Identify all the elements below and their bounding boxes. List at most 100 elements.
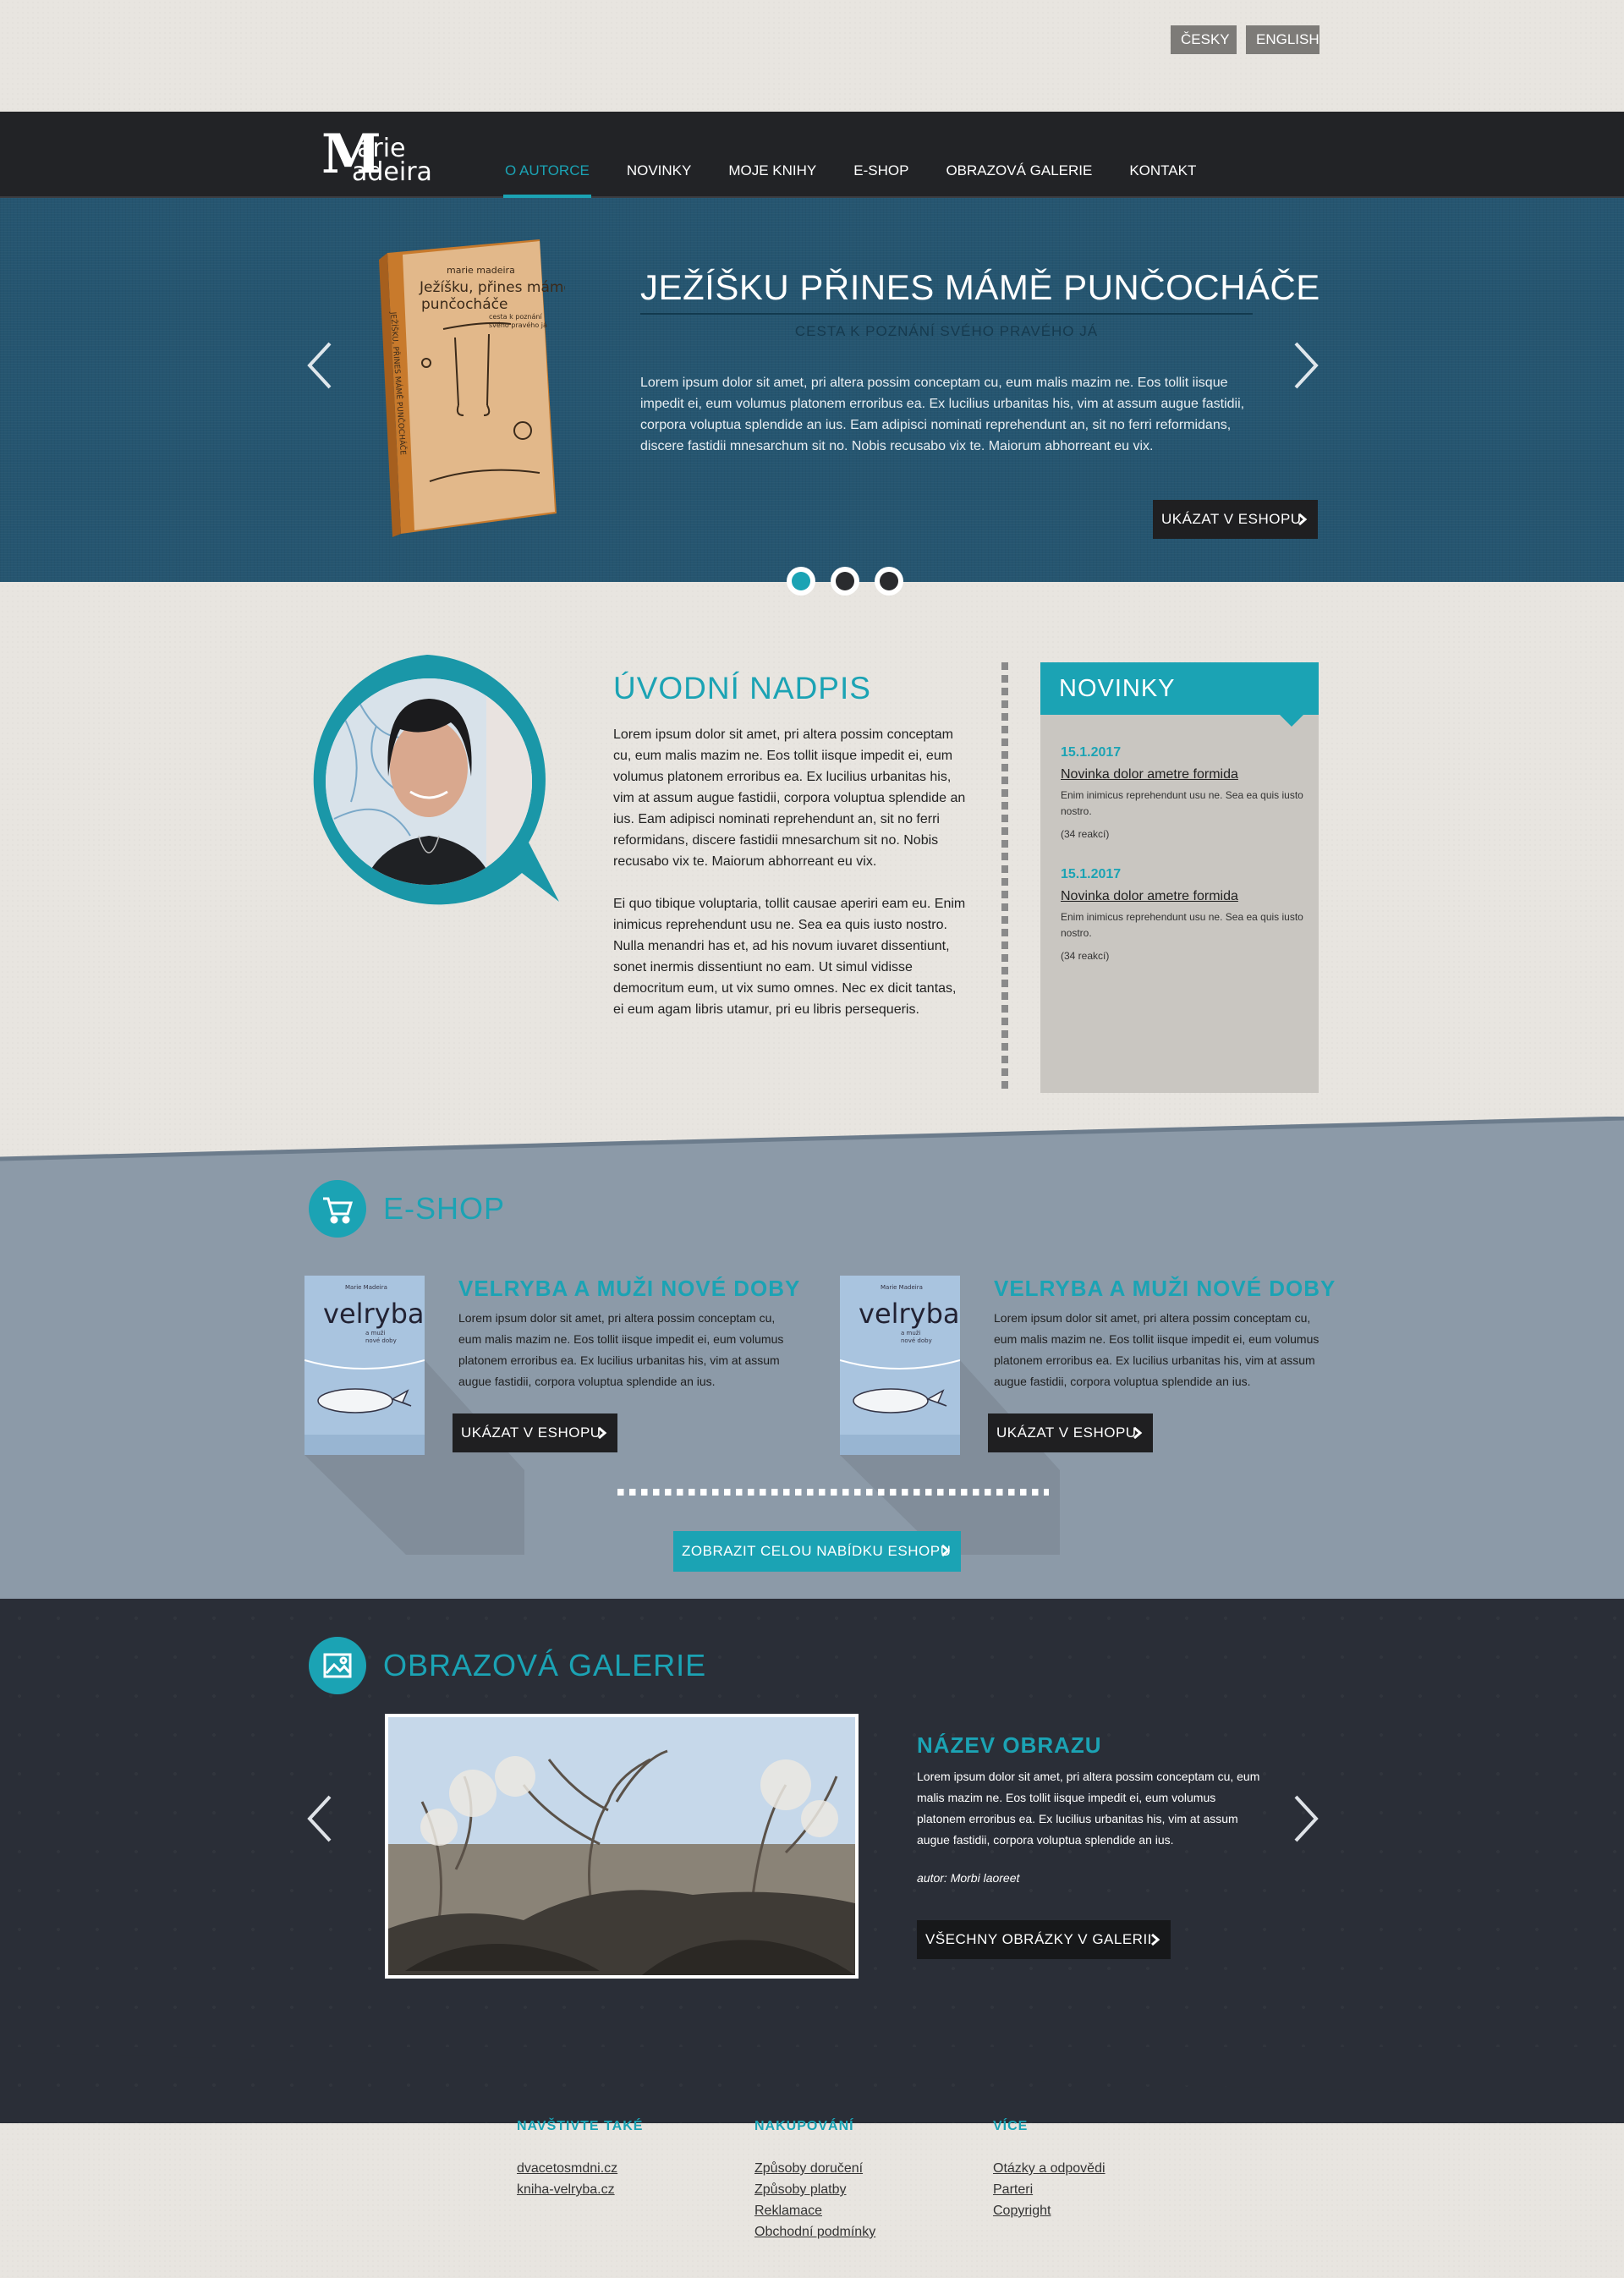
hero-show-in-eshop-button[interactable]: UKÁZAT V ESHOPU [1153,500,1318,539]
footer-column-more: VÍCE Otázky a odpovědi Parteri Copyright [993,2119,1106,2221]
footer-column-shopping: NAKUPOVÁNÍ Způsoby doručení Způsoby plat… [754,2119,875,2242]
product-show-in-eshop-button[interactable]: UKÁZAT V ESHOPU [988,1413,1153,1452]
product-card: Marie Madeira velryba a muži nové doby V… [840,1276,1364,1555]
lang-czech-button[interactable]: ČESKY [1171,25,1237,54]
slider-next-arrow-icon[interactable] [1289,340,1323,391]
nav-item-o-autorce[interactable]: O AUTORCE [486,112,608,198]
product-cover-author: Marie Madeira [881,1284,923,1291]
news-item: 15.1.2017 Novinka dolor ametre formida E… [1061,745,1306,840]
product-cover-sub-1: a muži [901,1330,920,1337]
hero-book-author: marie madeira [447,265,515,276]
hero-subtitle: CESTA K POZNÁNÍ SVÉHO PRAVÉHO JÁ [794,323,1099,339]
site-header: M arie adeira O AUTORCE NOVINKY MOJE KNI… [0,112,1624,198]
product-cover[interactable]: Marie Madeira velryba a muži nové doby [840,1276,960,1455]
footer-link[interactable]: Způsoby platby [754,2179,875,2200]
nav-item-e-shop[interactable]: E-SHOP [835,112,927,198]
main-nav: O AUTORCE NOVINKY MOJE KNIHY E-SHOP OBRA… [486,112,1215,198]
hero-book-title-2: punčocháče [421,296,508,313]
show-all-eshop-button[interactable]: ZOBRAZIT CELOU NABÍDKU ESHOPU [673,1531,961,1572]
lang-english-button[interactable]: ENGLISH [1246,25,1320,54]
hero-book-sub-1: cesta k poznání [489,313,542,321]
nav-item-novinky[interactable]: NOVINKY [608,112,710,198]
author-portrait [300,650,564,917]
footer-link[interactable]: Reklamace [754,2200,875,2221]
hero-button-label: UKÁZAT V ESHOPU [1161,511,1302,527]
intro-heading: ÚVODNÍ NADPIS [613,671,871,705]
product-cover-author: Marie Madeira [345,1284,387,1291]
footer-link[interactable]: Otázky a odpovědi [993,2158,1106,2179]
news-heading: NOVINKY [1040,662,1319,715]
product-button-label: UKÁZAT V ESHOPU [461,1424,601,1441]
chevron-right-icon [598,1426,607,1440]
product-cover-sub-2: nové doby [901,1337,932,1344]
footer-heading: NAKUPOVÁNÍ [754,2119,854,2133]
nav-item-kontakt[interactable]: KONTAKT [1111,112,1215,198]
news-date: 15.1.2017 [1061,867,1122,881]
product-cover[interactable]: Marie Madeira velryba a muži nové doby [304,1276,425,1455]
product-cover-sub-2: nové doby [365,1337,397,1344]
hero-book-title-1: Ježíšku, přines mámě [419,279,565,296]
eshop-heading: E-SHOP [383,1191,506,1226]
news-title-link[interactable]: Novinka dolor ametre formida [1061,889,1306,904]
product-button-label: UKÁZAT V ESHOPU [996,1424,1137,1441]
news-reactions-link[interactable]: (34 reakcí) [1061,828,1306,840]
chevron-right-icon [1151,1933,1160,1946]
footer-link[interactable]: Obchodní podmínky [754,2221,875,2242]
hero-book-sub-2: svého pravého já [489,321,547,329]
gallery-button-label: VŠECHNY OBRÁZKY V GALERII [925,1931,1152,1947]
hero-title: JEŽÍŠKU PŘINES MÁMĚ PUNČOCHÁČE [640,267,1320,315]
intro-paragraph-2: Ei quo tibique voluptaria, tollit causae… [613,897,966,1017]
slider-dots [787,567,903,596]
gallery-image-title: NÁZEV OBRAZU [917,1732,1102,1758]
image-icon [309,1637,366,1694]
gallery-photo[interactable] [385,1714,859,1979]
product-card: Marie Madeira velryba a muži nové doby V… [304,1276,829,1555]
news-item: 15.1.2017 Novinka dolor ametre formida E… [1061,867,1306,962]
footer-link[interactable]: kniha-velryba.cz [517,2179,643,2200]
gallery-heading: OBRAZOVÁ GALERIE [383,1648,707,1682]
eshop-section: E-SHOP Marie Madeira velryba a muži nové… [0,1117,1624,1599]
footer-link[interactable]: Copyright [993,2200,1106,2221]
footer-link[interactable]: dvacetosmdni.cz [517,2158,643,2179]
gallery-prev-arrow-icon[interactable] [303,1793,337,1844]
footer-heading: VÍCE [993,2119,1029,2133]
product-text: Lorem ipsum dolor sit amet, pri altera p… [994,1311,1320,1388]
news-heading-notch [1278,713,1305,727]
product-show-in-eshop-button[interactable]: UKÁZAT V ESHOPU [453,1413,617,1452]
product-title: VELRYBA A MUŽI NOVÉ DOBY [458,1276,801,1301]
chevron-right-icon [1298,513,1308,526]
footer-column-visit: NAVŠTIVTE TAKÉ dvacetosmdni.cz kniha-vel… [517,2119,643,2200]
slider-prev-arrow-icon[interactable] [303,340,337,391]
site-logo[interactable]: M arie adeira [321,127,436,188]
footer-link[interactable]: Způsoby doručení [754,2158,875,2179]
gallery-author: autor: Morbi laoreet [917,1871,1020,1885]
slider-dot-1[interactable] [787,567,815,596]
language-bar: ČESKY ENGLISH [0,0,1624,112]
news-text: Enim inimicus reprehendunt usu ne. Sea e… [1061,911,1303,939]
footer-link[interactable]: Parteri [993,2179,1106,2200]
slider-dot-3[interactable] [875,567,903,596]
product-cover-sub-1: a muži [365,1330,385,1337]
news-reactions-link[interactable]: (34 reakcí) [1061,950,1306,962]
product-cover-title: velryba [323,1298,425,1330]
news-title-link[interactable]: Novinka dolor ametre formida [1061,767,1306,782]
news-panel: NOVINKY 15.1.2017 Novinka dolor ametre f… [1040,662,1319,1093]
gallery-section: OBRAZOVÁ GALERIE NÁZEV OBRAZU Lorem ipsu… [0,1599,1624,2123]
show-all-eshop-label: ZOBRAZIT CELOU NABÍDKU ESHOPU [682,1543,952,1559]
gallery-next-arrow-icon[interactable] [1289,1793,1323,1844]
hero-book-cover[interactable]: marie madeira Ježíšku, přines mámě punčo… [362,236,573,541]
gallery-text: Lorem ipsum dolor sit amet, pri altera p… [917,1770,1260,1847]
dotted-divider [617,1489,1049,1496]
news-text: Enim inimicus reprehendunt usu ne. Sea e… [1061,789,1303,817]
product-text: Lorem ipsum dolor sit amet, pri altera p… [458,1311,784,1388]
nav-item-moje-knihy[interactable]: MOJE KNIHY [710,112,835,198]
product-title: VELRYBA A MUŽI NOVÉ DOBY [994,1276,1336,1301]
news-date: 15.1.2017 [1061,745,1122,760]
chevron-right-icon [1133,1426,1143,1440]
cart-icon [309,1180,366,1238]
slider-dot-2[interactable] [831,567,859,596]
nav-item-obrazova-galerie[interactable]: OBRAZOVÁ GALERIE [927,112,1111,198]
all-gallery-images-button[interactable]: VŠECHNY OBRÁZKY V GALERII [917,1920,1171,1959]
footer-heading: NAVŠTIVTE TAKÉ [517,2119,644,2133]
intro-paragraph-1: Lorem ipsum dolor sit amet, pri altera p… [613,727,966,869]
